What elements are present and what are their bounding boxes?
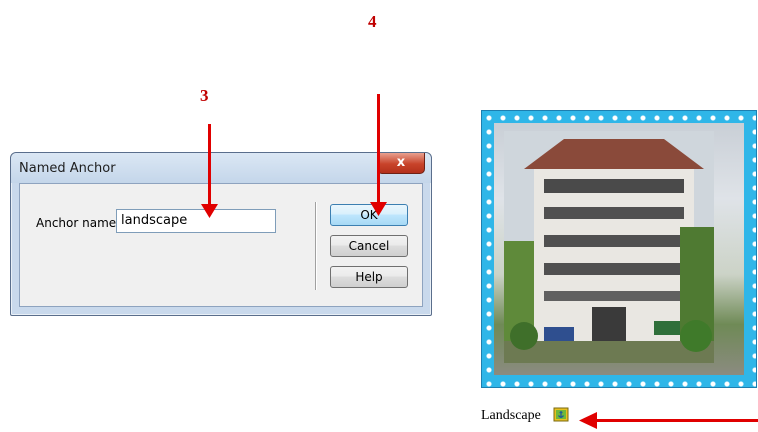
dialog-divider [315, 202, 316, 290]
named-anchor-dialog: Named Anchor x Anchor name: landscape OK… [10, 152, 432, 316]
landscape-caption: Landscape [481, 408, 541, 423]
arrow-3-shaft [208, 124, 211, 208]
close-button[interactable]: x [377, 153, 425, 174]
arrow-3-head [201, 204, 218, 218]
help-button[interactable]: Help [330, 266, 408, 288]
photo-frame [481, 110, 757, 388]
dialog-body: Anchor name: landscape OK Cancel Help [19, 183, 423, 307]
dialog-titlebar: Named Anchor x [11, 153, 431, 183]
anchor-name-label: Anchor name: [36, 216, 121, 230]
dialog-title: Named Anchor [19, 161, 116, 176]
arrow-caption-shaft [595, 419, 758, 422]
arrow-4-head [370, 202, 387, 216]
anchor-name-input[interactable]: landscape [116, 209, 276, 233]
ok-button[interactable]: OK [330, 204, 408, 226]
anchor-icon[interactable] [553, 406, 569, 422]
landscape-photo [494, 123, 744, 375]
arrow-4-shaft [377, 94, 380, 206]
arrow-caption-head [579, 412, 597, 429]
step-number-4: 4 [368, 12, 377, 31]
step-number-3: 3 [200, 86, 209, 105]
building-image [504, 131, 714, 363]
cancel-button[interactable]: Cancel [330, 235, 408, 257]
close-icon: x [396, 155, 406, 170]
